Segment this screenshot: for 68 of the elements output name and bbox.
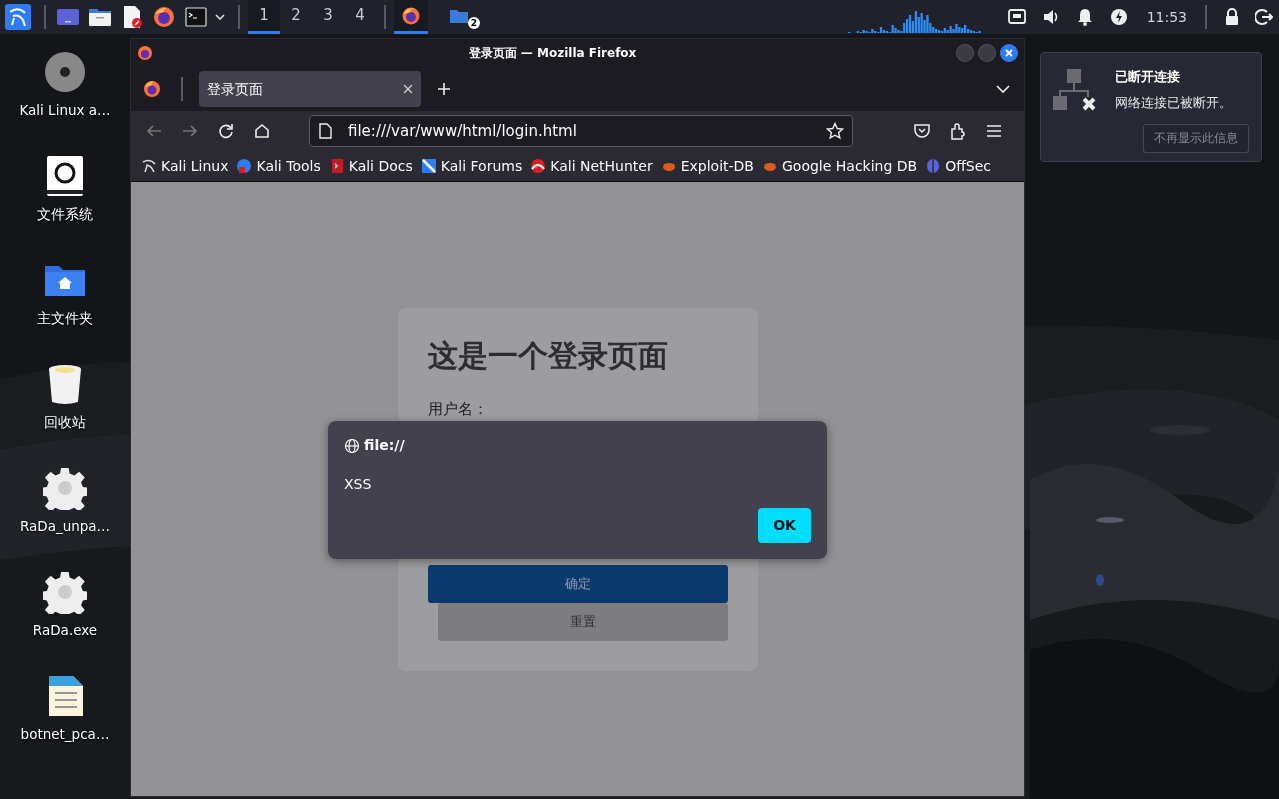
notification-title: 已断开连接 [1115,68,1181,86]
close-button[interactable] [1000,44,1018,62]
workspace-button[interactable]: 1 [248,0,280,34]
field-label: 用户名： [428,399,489,420]
url-text: file:///var/www/html/login.html [348,120,578,142]
network-icon[interactable] [1006,7,1027,27]
gear-icon[interactable] [43,466,87,510]
bookmark-link[interactable]: Kali Linux [141,155,229,177]
lock-icon[interactable] [1223,7,1241,27]
nethunter-icon [530,158,547,174]
pocket-icon[interactable] [913,122,931,140]
browser-tab[interactable]: 登录页面 [199,71,421,107]
workspace-button[interactable]: 3 [312,0,344,34]
reload-icon[interactable] [217,122,235,140]
bookmark-link[interactable]: Kali Forums [420,155,523,177]
dialog-origin: file:// [364,436,405,455]
page-heading: 这是一个登录页面 [428,338,669,374]
bookmark-link[interactable]: Kali NetHunter [530,155,653,177]
forums-icon [420,158,437,174]
file-label[interactable]: RaDa_unpa… [19,516,111,537]
desktop-icon[interactable] [56,6,80,28]
firefox-icon [137,45,153,61]
file-label[interactable]: Kali Linux a… [19,100,111,121]
page-icon [318,123,332,139]
tools-icon [236,158,253,174]
count-badge: 2 [468,17,480,29]
file-label[interactable]: RaDa.exe [32,620,98,641]
file-manager-icon[interactable] [88,6,112,28]
bookmark-link[interactable]: Google Hacking DB [762,155,918,177]
workspace-button[interactable]: 4 [344,0,376,34]
notification-message: 网络连接已被断开。 [1115,93,1233,112]
firefox-icon[interactable] [152,5,176,29]
home-icon[interactable] [253,122,271,140]
bookmark-link[interactable]: Exploit-DB [660,155,754,177]
logout-icon[interactable] [1255,8,1273,26]
close-icon[interactable] [403,84,413,94]
file-label[interactable]: botnet_pca… [20,724,110,745]
dismiss-button[interactable]: 不再显示此信息 [1143,124,1249,154]
chevron-down-icon[interactable] [996,84,1010,94]
firefox-icon [401,5,421,26]
ok-button[interactable]: OK [758,508,811,543]
bookmark-link[interactable]: OffSec [925,155,992,177]
disc-icon[interactable] [43,50,87,94]
address-bar[interactable]: file:///var/www/html/login.html [309,115,853,147]
offsec-icon [925,158,942,174]
taskbar-task[interactable] [394,0,428,34]
gear-icon[interactable] [43,570,87,614]
file-label[interactable]: 主文件夹 [37,308,93,329]
caret-icon[interactable] [214,12,226,22]
firefox-icon[interactable] [143,80,161,98]
dialog-message: XSS [344,475,373,494]
power-icon[interactable] [1108,7,1129,27]
menu-icon[interactable] [985,122,1003,140]
bookmark-link[interactable]: Kali Docs [328,155,413,177]
terminal-icon[interactable] [185,7,207,27]
plus-icon[interactable] [437,82,451,96]
clock: 11:53 [1146,7,1187,27]
dragon-icon [141,158,157,174]
file-label[interactable]: 文件系统 [37,204,93,225]
extensions-icon[interactable] [949,122,967,140]
star-icon[interactable] [826,122,844,140]
bookmark-link[interactable]: Kali Tools [236,155,321,177]
window-title: 登录页面 — Mozilla Firefox [467,45,638,62]
workspace-button[interactable]: 2 [280,0,312,34]
kali-menu-icon[interactable] [5,4,31,30]
globe-icon [344,437,360,454]
file-label[interactable]: 回收站 [44,412,86,433]
submit-button[interactable]: 确定 [428,565,728,603]
